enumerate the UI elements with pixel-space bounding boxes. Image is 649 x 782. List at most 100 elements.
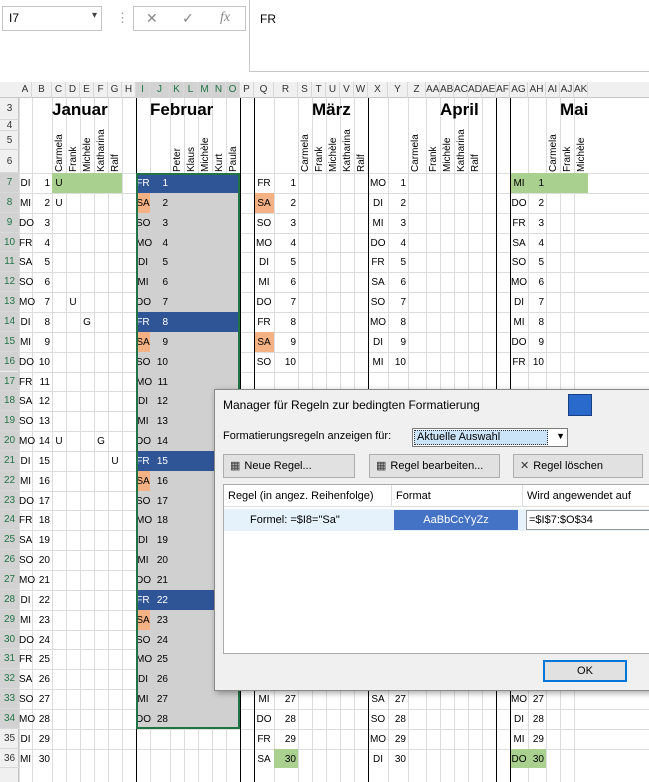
column-header[interactable]: AD bbox=[468, 82, 482, 98]
column-header[interactable]: V bbox=[340, 82, 354, 98]
column-header[interactable]: AI bbox=[546, 82, 560, 98]
edit-rule-button[interactable]: ▦ Regel bearbeiten... bbox=[369, 454, 500, 478]
gridline bbox=[108, 98, 109, 782]
column-header[interactable]: I bbox=[136, 82, 150, 98]
row-header[interactable]: 7 bbox=[0, 173, 19, 193]
column-header[interactable]: Q bbox=[254, 82, 274, 98]
row-header[interactable]: 17 bbox=[0, 371, 19, 392]
row-header[interactable]: 8 bbox=[0, 192, 19, 213]
column-header[interactable]: M bbox=[198, 82, 212, 98]
row-header[interactable]: 22 bbox=[0, 470, 19, 491]
applies-to-field[interactable]: =$I$7:$O$34 bbox=[526, 510, 649, 530]
entry: U bbox=[111, 455, 119, 467]
gridline bbox=[80, 98, 81, 782]
apr-day: DI bbox=[373, 336, 383, 348]
mai-day: DI bbox=[514, 297, 524, 309]
row-header[interactable]: 13 bbox=[0, 292, 19, 312]
entry: U bbox=[55, 197, 63, 209]
row-header[interactable]: 31 bbox=[0, 649, 19, 670]
rule-row[interactable]: Formel: =$I8="Sa" AaBbCcYyZz =$I$7:$O$34 bbox=[224, 509, 649, 531]
row-header[interactable]: 26 bbox=[0, 550, 19, 570]
delete-rule-button[interactable]: ✕ Regel löschen bbox=[513, 454, 643, 478]
mai_tail-date: 27 bbox=[532, 694, 544, 706]
row-header[interactable]: 32 bbox=[0, 669, 19, 690]
column-header[interactable]: A bbox=[19, 82, 32, 98]
row-header[interactable]: 10 bbox=[0, 232, 19, 253]
column-header[interactable]: B bbox=[32, 82, 52, 98]
name-box[interactable]: I7 ▾ bbox=[2, 6, 102, 31]
column-header[interactable]: AJ bbox=[560, 82, 574, 98]
cancel-icon[interactable]: ✕ bbox=[146, 10, 158, 27]
row-header[interactable]: 29 bbox=[0, 609, 19, 630]
column-header[interactable]: E bbox=[80, 82, 94, 98]
column-header[interactable]: O bbox=[226, 82, 240, 98]
row-header[interactable]: 16 bbox=[0, 351, 19, 372]
apr-day: MO bbox=[369, 178, 387, 189]
row-header[interactable]: 25 bbox=[0, 530, 19, 551]
column-header[interactable]: T bbox=[312, 82, 326, 98]
column-header[interactable]: F bbox=[94, 82, 108, 98]
column-header[interactable]: AK bbox=[574, 82, 588, 98]
column-header[interactable]: AG bbox=[510, 82, 528, 98]
row-header[interactable]: 33 bbox=[0, 689, 19, 709]
row-header[interactable]: 15 bbox=[0, 331, 19, 352]
mai-day: DO bbox=[511, 197, 527, 209]
row-header[interactable]: 36 bbox=[0, 749, 19, 769]
row-header[interactable]: 12 bbox=[0, 272, 19, 293]
column-header[interactable]: AC bbox=[454, 82, 468, 98]
row-header[interactable]: 21 bbox=[0, 450, 19, 471]
column-header[interactable]: Y bbox=[388, 82, 408, 98]
column-header[interactable]: AA bbox=[426, 82, 440, 98]
row-header[interactable]: 14 bbox=[0, 311, 19, 332]
row-header[interactable]: 24 bbox=[0, 510, 19, 531]
row-header[interactable]: 18 bbox=[0, 391, 19, 412]
column-header[interactable]: Z bbox=[408, 82, 426, 98]
column-header[interactable]: U bbox=[326, 82, 340, 98]
person-name: Paula bbox=[228, 146, 239, 172]
jan-day: FR bbox=[19, 654, 33, 666]
column-header[interactable]: AE bbox=[482, 82, 496, 98]
column-header[interactable]: R bbox=[274, 82, 298, 98]
column-header[interactable]: G bbox=[108, 82, 122, 98]
column-header[interactable]: H bbox=[122, 82, 136, 98]
chevron-down-icon[interactable]: ▾ bbox=[92, 10, 97, 21]
column-header[interactable]: W bbox=[354, 82, 368, 98]
row-header[interactable]: 35 bbox=[0, 729, 19, 749]
column-header[interactable]: K bbox=[170, 82, 184, 98]
row-header[interactable]: 23 bbox=[0, 490, 19, 511]
row-header[interactable]: 6 bbox=[0, 150, 19, 173]
row-header[interactable]: 28 bbox=[0, 589, 19, 610]
row-header[interactable]: 3 bbox=[0, 98, 19, 120]
column-header[interactable]: D bbox=[66, 82, 80, 98]
row-header[interactable]: 34 bbox=[0, 708, 19, 729]
row-header[interactable]: 30 bbox=[0, 629, 19, 650]
column-header[interactable]: C bbox=[52, 82, 66, 98]
column-header[interactable]: AB bbox=[440, 82, 454, 98]
row-header[interactable]: 20 bbox=[0, 431, 19, 451]
column-header[interactable]: L bbox=[184, 82, 198, 98]
row-header[interactable]: 27 bbox=[0, 570, 19, 590]
column-header[interactable]: AH bbox=[528, 82, 546, 98]
row-header[interactable]: 19 bbox=[0, 411, 19, 432]
column-header[interactable]: X bbox=[368, 82, 388, 98]
mar-day: MI bbox=[258, 277, 270, 289]
column-header[interactable]: J bbox=[150, 82, 170, 98]
row-header[interactable]: 11 bbox=[0, 252, 19, 273]
insert-function-icon[interactable]: fx bbox=[220, 10, 230, 26]
column-header[interactable]: S bbox=[298, 82, 312, 98]
row-header[interactable]: 5 bbox=[0, 131, 19, 150]
enter-icon[interactable]: ✓ bbox=[182, 10, 194, 27]
chevron-down-icon[interactable]: ▼ bbox=[556, 431, 565, 441]
show-rules-select[interactable]: Aktuelle Auswahl ▼ bbox=[412, 428, 568, 447]
formula-input[interactable]: FR bbox=[249, 0, 649, 72]
row-header[interactable]: 4 bbox=[0, 120, 19, 131]
column-header[interactable]: AF bbox=[496, 82, 510, 98]
new-rule-button[interactable]: ▦ Neue Regel... bbox=[223, 454, 355, 478]
row-header[interactable]: 9 bbox=[0, 212, 19, 233]
person-name: Frank bbox=[562, 146, 573, 172]
mai-day: MO bbox=[510, 277, 528, 289]
col-rule-header: Regel (in angez. Reihenfolge) bbox=[224, 485, 392, 507]
ok-button[interactable]: OK bbox=[543, 660, 627, 682]
column-header[interactable]: N bbox=[212, 82, 226, 98]
column-header[interactable]: P bbox=[240, 82, 254, 98]
